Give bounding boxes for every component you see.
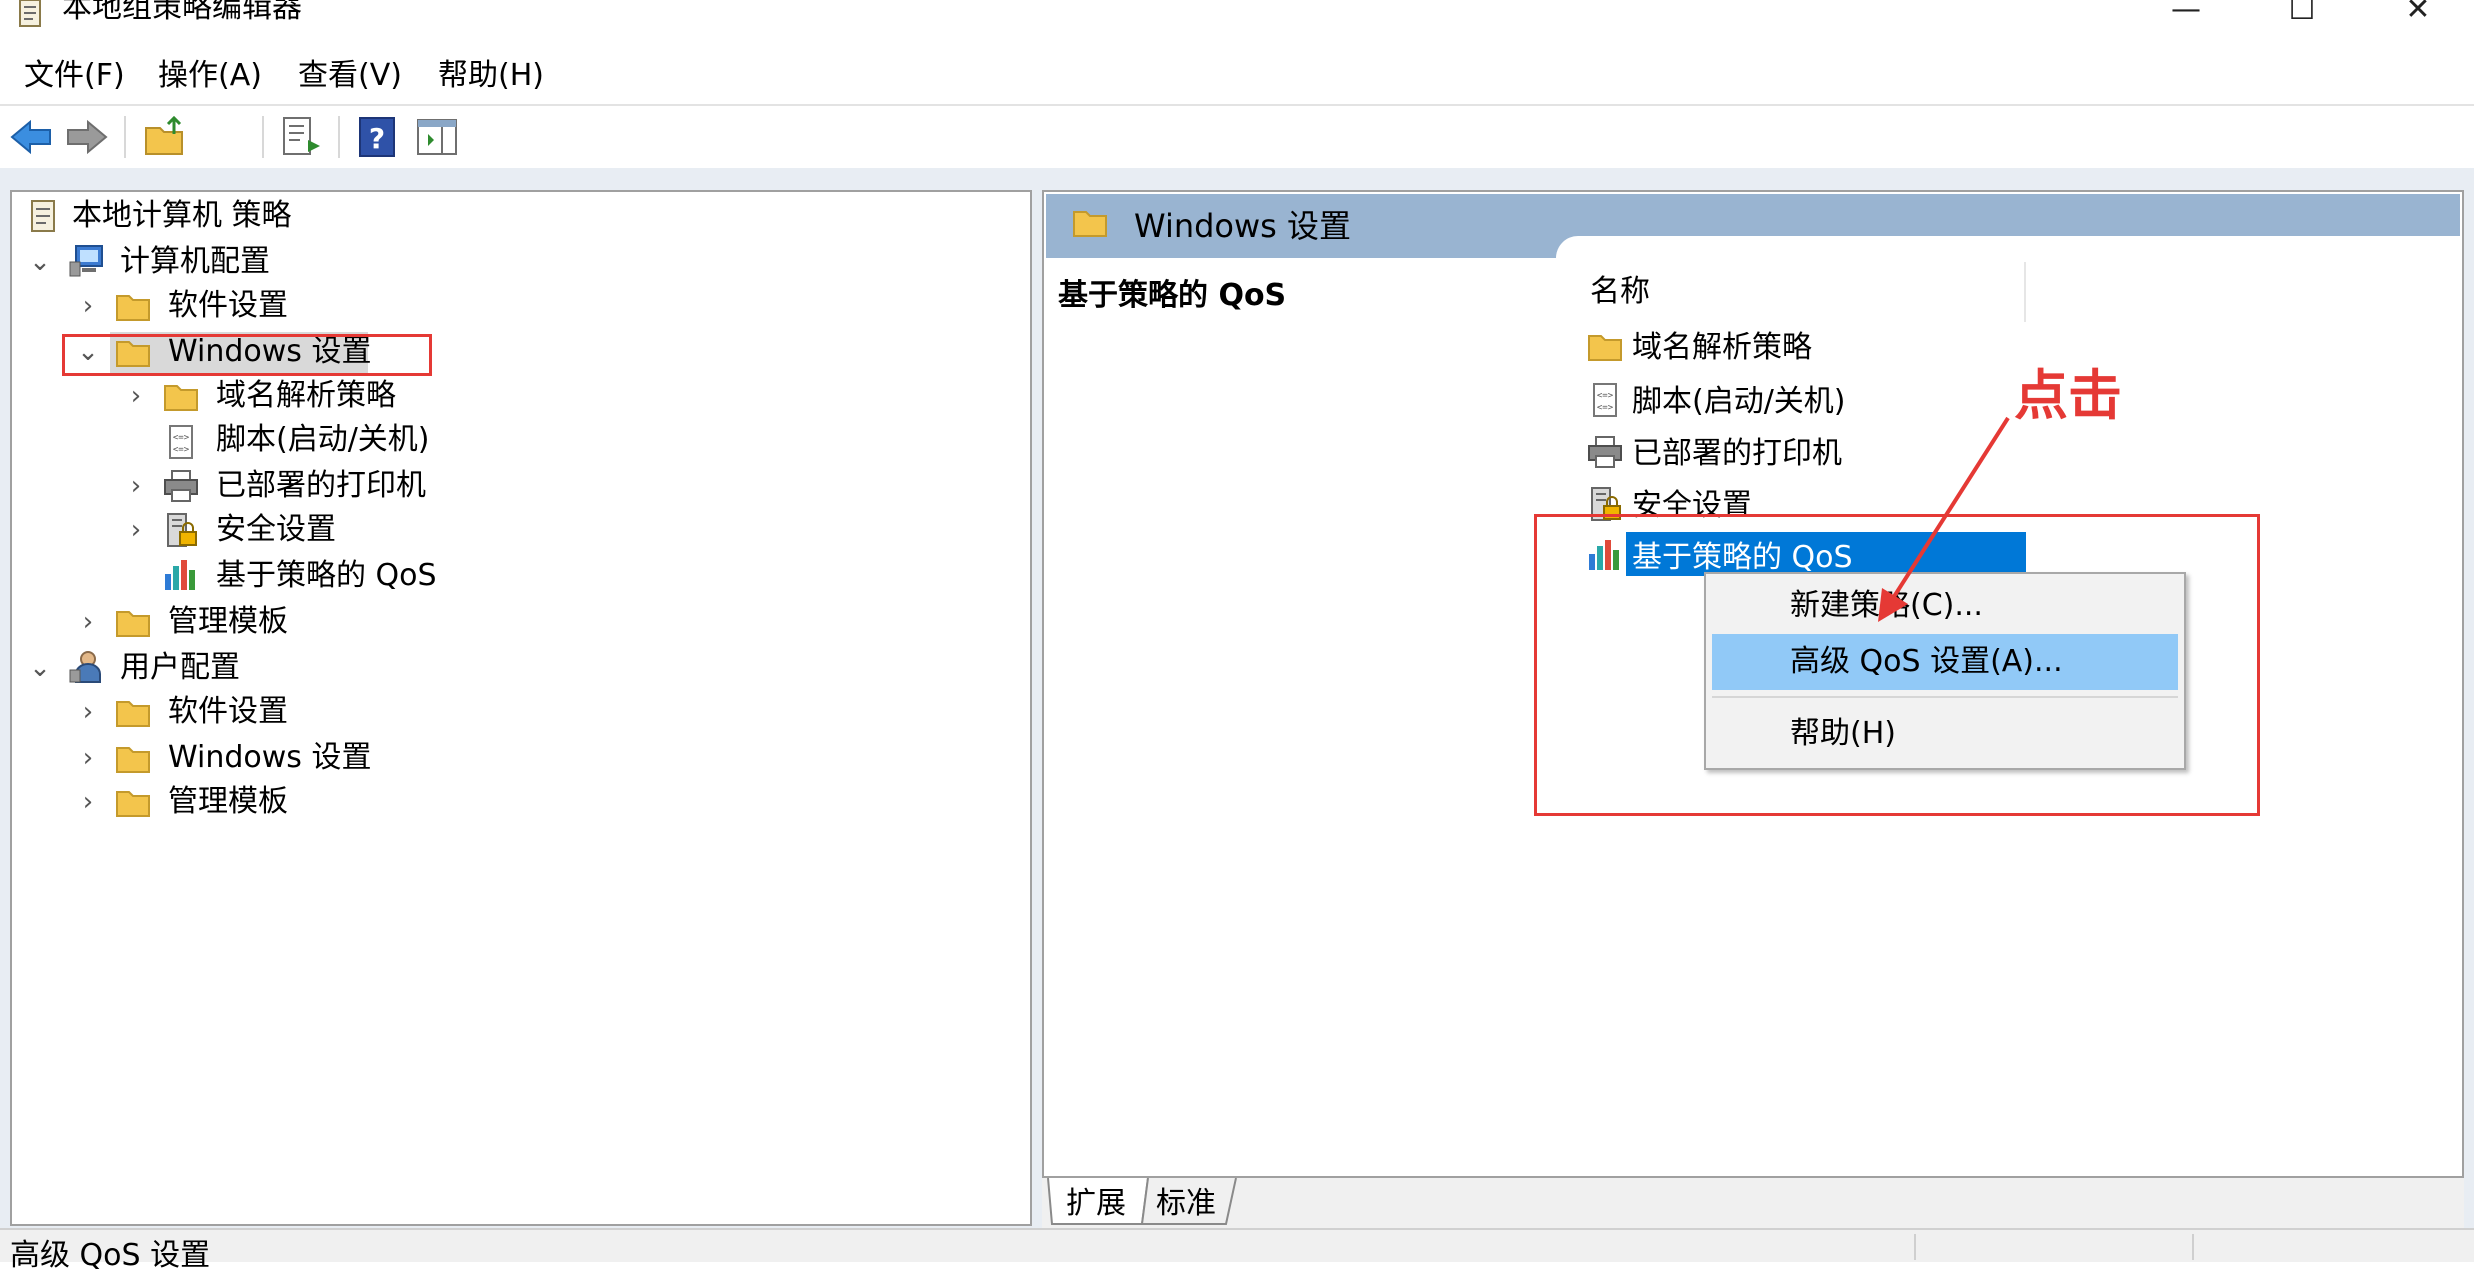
tree-item-user-windows-settings[interactable]: Windows 设置 [168, 738, 371, 778]
menu-action[interactable]: 操作(A) [158, 56, 262, 96]
title-bar [0, 0, 2474, 48]
policy-editor-icon [19, 0, 41, 27]
tree-chevron-right-icon[interactable]: › [76, 609, 100, 635]
annotation-highlight-box [62, 334, 432, 376]
svg-text:<=>: <=> [1597, 403, 1614, 413]
status-bar [0, 1228, 2474, 1262]
folder-icon [116, 701, 150, 727]
tree-item-scripts[interactable]: 脚本(启动/关机) [216, 420, 430, 460]
column-header-name[interactable]: 名称 [1590, 272, 1650, 312]
tree-chevron-right-icon[interactable]: › [124, 517, 148, 543]
forward-icon[interactable] [64, 114, 110, 160]
qos-chart-icon [165, 560, 195, 590]
list-item-scripts[interactable]: 脚本(启动/关机) [1632, 382, 1846, 422]
details-header-notch [1556, 236, 2460, 260]
tree-chevron-down-icon[interactable]: ⌄ [28, 249, 52, 275]
menu-bar: 文件(F) 操作(A) 查看(V) 帮助(H) [0, 50, 2474, 106]
tab-standard[interactable]: 标准 [1156, 1184, 1216, 1224]
menu-file[interactable]: 文件(F) [24, 56, 125, 96]
tree-item-user-config[interactable]: 用户配置 [120, 648, 240, 688]
tree-item-admin-templates[interactable]: 管理模板 [168, 602, 288, 642]
tree-item-qos[interactable]: 基于策略的 QoS [216, 556, 437, 596]
svg-text:?: ? [369, 122, 385, 155]
policy-scroll-icon [31, 200, 55, 232]
help-icon[interactable]: ? [354, 114, 400, 160]
svg-text:<=>: <=> [173, 445, 190, 455]
status-divider [1914, 1234, 1916, 1260]
folder-icon [116, 791, 150, 817]
svg-text:<=>: <=> [1597, 391, 1614, 401]
list-item-deployed-printers[interactable]: 已部署的打印机 [1632, 434, 1842, 474]
tab-extended[interactable]: 扩展 [1066, 1184, 1126, 1224]
column-divider [2024, 262, 2026, 322]
user-icon [69, 651, 101, 683]
status-divider [2192, 1234, 2194, 1260]
status-text: 高级 QoS 设置 [10, 1238, 211, 1273]
folder-icon [1588, 335, 1622, 361]
folder-icon [116, 747, 150, 773]
tabs-area [1042, 1178, 2464, 1228]
tree-item-dns-policy[interactable]: 域名解析策略 [216, 376, 396, 416]
tree-chevron-right-icon[interactable]: › [76, 293, 100, 319]
folder-icon [1073, 211, 1107, 237]
folder-icon [116, 295, 150, 321]
tree-chevron-right-icon[interactable]: › [124, 473, 148, 499]
export-list-icon[interactable] [278, 114, 324, 160]
tree-chevron-right-icon[interactable]: › [76, 745, 100, 771]
menu-help[interactable]: 帮助(H) [438, 56, 544, 96]
folder-icon [116, 611, 150, 637]
tree-item-root[interactable]: 本地计算机 策略 [72, 196, 292, 236]
window-title: 本地组策略编辑器 [62, 0, 302, 25]
tree-item-deployed-printers[interactable]: 已部署的打印机 [216, 466, 426, 506]
tree-chevron-right-icon[interactable]: › [76, 789, 100, 815]
annotation-arrow [1878, 416, 2010, 622]
close-button[interactable]: ✕ [2388, 0, 2448, 28]
printer-icon [164, 470, 198, 502]
printer-icon [1588, 436, 1622, 468]
tree-item-user-admin-templates[interactable]: 管理模板 [168, 782, 288, 822]
security-icon [167, 513, 197, 547]
minimize-button[interactable]: — [2156, 0, 2216, 28]
tree-chevron-right-icon[interactable]: › [124, 383, 148, 409]
toolbar-separator [262, 116, 264, 158]
toolbar-separator [124, 116, 126, 158]
script-icon: <=> <=> [1593, 383, 1617, 417]
up-folder-icon[interactable] [142, 114, 188, 160]
back-icon[interactable] [8, 114, 54, 160]
details-description-title: 基于策略的 QoS [1058, 278, 1287, 313]
show-action-pane-icon[interactable] [414, 114, 460, 160]
annotation-label: 点击 [2014, 364, 2122, 427]
maximize-button[interactable]: ☐ [2272, 0, 2332, 28]
script-icon: <=> <=> [169, 425, 193, 459]
tree-item-computer-config[interactable]: 计算机配置 [120, 242, 270, 282]
details-header-title: Windows 设置 [1134, 207, 1352, 245]
toolbar: ? [0, 106, 2474, 268]
tree-chevron-right-icon[interactable]: › [76, 699, 100, 725]
list-item-dns-policy[interactable]: 域名解析策略 [1632, 328, 1812, 368]
svg-text:<=>: <=> [173, 433, 190, 443]
tree-chevron-down-icon[interactable]: ⌄ [28, 655, 52, 681]
toolbar-separator [338, 116, 340, 158]
tree-item-security-settings[interactable]: 安全设置 [216, 510, 336, 550]
menu-view[interactable]: 查看(V) [298, 56, 402, 96]
tree-item-user-software-settings[interactable]: 软件设置 [168, 692, 288, 732]
computer-icon [69, 245, 103, 277]
tree-item-software-settings[interactable]: 软件设置 [168, 286, 288, 326]
folder-icon [164, 385, 198, 411]
